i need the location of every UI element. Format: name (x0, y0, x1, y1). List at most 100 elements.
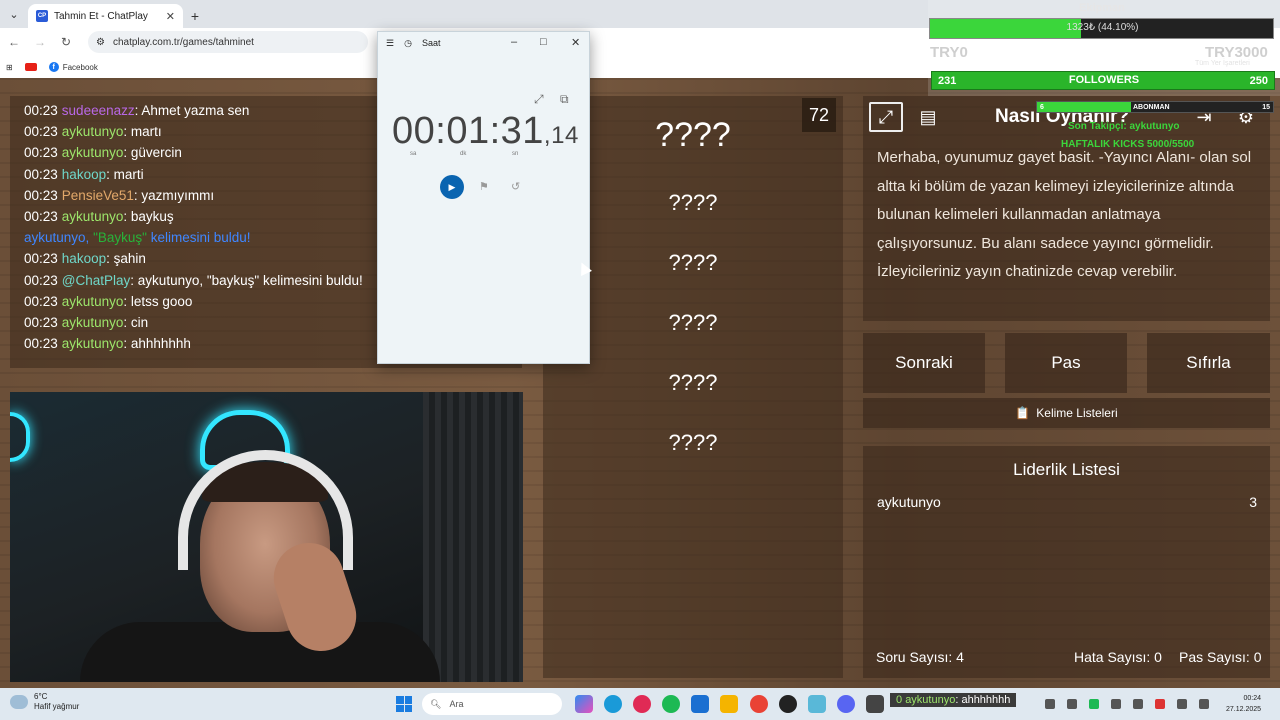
bookmark-facebook[interactable]: f Facebook (48, 62, 98, 72)
media-player-icon[interactable] (633, 695, 651, 713)
compact-overlay-icon[interactable]: ⧉ (560, 92, 569, 107)
maximize-icon[interactable]: □ (540, 36, 547, 48)
cloud-rain-icon (10, 695, 28, 709)
weather-widget[interactable]: 6°C Hafif yağmur (10, 692, 79, 712)
forward-icon[interactable]: → (32, 34, 48, 50)
chat-separator: : (123, 145, 131, 161)
chat-timestamp: 00:23 (24, 251, 58, 267)
overlay-ekipman-bar: 1323₺ (44.10%) (929, 18, 1274, 39)
copilot-icon[interactable] (575, 695, 593, 713)
chat-separator: : (123, 124, 131, 140)
reload-icon[interactable]: ↻ (58, 34, 74, 50)
system-time: 00:24 (1243, 695, 1262, 702)
minimize-icon[interactable]: – (511, 36, 517, 48)
chat-username[interactable]: aykutunyo (62, 124, 124, 139)
tray-chat-msg: : ahhhhhhh (955, 694, 1011, 706)
search-placeholder: Ara (449, 699, 464, 709)
chat-username[interactable]: aykutunyo (62, 145, 124, 160)
tab-list-menu-button[interactable]: ⌄ (0, 0, 28, 28)
microphone-icon[interactable] (1177, 699, 1187, 709)
chat-username[interactable]: @ChatPlay (62, 273, 130, 288)
apps-grid-icon[interactable]: ⊞ (6, 63, 13, 72)
tray-app-icon[interactable] (1155, 699, 1165, 709)
reset-button[interactable]: Sıfırla (1147, 333, 1270, 393)
tray-app-icon[interactable] (1067, 699, 1077, 709)
overlay-try-end: TRY3000 (1205, 44, 1268, 61)
stopwatch-window: ☰ ◷ Saat – □ ✕ ⤢ ⧉ 00:01:31,14 sa dk sn … (377, 31, 590, 364)
back-icon[interactable]: ← (6, 34, 22, 50)
url-field[interactable]: ⚙ chatplay.com.tr/games/tahminet (88, 31, 368, 53)
browser-tab[interactable]: CP Tahmin Et - ChatPlay ✕ (28, 4, 183, 28)
word-lists-button[interactable]: 📋 Kelime Listeleri (863, 398, 1270, 428)
wifi-icon[interactable] (1199, 699, 1209, 709)
tray-app-icon[interactable] (1111, 699, 1121, 709)
countdown-badge: 72 (802, 98, 836, 132)
chat-username[interactable]: PensieVe51 (62, 188, 134, 203)
overlay-last-follower: Son Takipçi: aykutunyo (1068, 121, 1180, 132)
chat-username[interactable]: aykutunyo (62, 294, 124, 309)
lap-flag-icon[interactable]: ⚑ (479, 180, 489, 193)
fullscreen-icon[interactable]: ⤢ (869, 102, 903, 132)
tab-favicon-icon: CP (36, 10, 48, 22)
site-info-icon[interactable]: ⚙ (96, 37, 105, 48)
chat-separator: : (123, 315, 131, 331)
overlay-weekly-kicks: HAFTALIK KICKS 5000/5500 (1061, 139, 1195, 150)
start-windows-icon[interactable] (396, 696, 412, 712)
system-clock[interactable]: 00:24 27.12.2025 (1226, 693, 1261, 715)
help-panel: ⤢ ▤ Nasıl Oynanır? ⇥ ⚙ Merhaba, oyunumuz… (863, 96, 1270, 321)
chat-separator: : (123, 293, 131, 309)
spotify-icon[interactable] (662, 695, 680, 713)
system-user: aykutunyo, (24, 230, 90, 246)
tray-app-icon[interactable] (1045, 699, 1055, 709)
search-icon: 🔍︎ (430, 698, 442, 709)
chat-username[interactable]: aykutunyo (62, 209, 124, 224)
obs-icon[interactable] (779, 695, 797, 713)
pass-button[interactable]: Pas (1005, 333, 1127, 393)
chat-username[interactable]: hakoop (62, 251, 106, 266)
hamburger-icon[interactable]: ☰ (386, 38, 394, 49)
chat-timestamp: 00:23 (24, 315, 58, 331)
chat-separator: : (123, 336, 131, 352)
new-tab-button[interactable]: + (183, 4, 207, 28)
edge-icon[interactable] (604, 695, 622, 713)
chat-username[interactable]: hakoop (62, 167, 106, 182)
chat-timestamp: 00:23 (24, 103, 58, 118)
close-icon[interactable]: ✕ (571, 36, 580, 49)
tray-app-icon[interactable] (1133, 699, 1143, 709)
reset-icon[interactable]: ↺ (511, 180, 520, 193)
play-button[interactable]: ▶ (440, 175, 464, 199)
tray-spotify-icon[interactable] (1089, 699, 1099, 709)
expand-icon[interactable]: ⤢ (534, 92, 544, 107)
leaderboard-row: aykutunyo 3 (877, 494, 1257, 510)
chat-username[interactable]: aykutunyo (62, 336, 124, 351)
file-explorer-icon[interactable] (720, 695, 738, 713)
store-icon[interactable] (691, 695, 709, 713)
discord-icon[interactable] (837, 695, 855, 713)
taskbar-search[interactable]: 🔍︎ Ara (422, 693, 562, 715)
leaderboard-panel: Liderlik Listesi aykutunyo 3 Soru Sayısı… (863, 446, 1270, 678)
chat-separator: : (130, 272, 138, 288)
tray-chat-ticker: 0 aykutunyo: ahhhhhhh (890, 693, 1017, 707)
chat-username[interactable]: aykutunyo (62, 315, 124, 330)
question-count: Soru Sayısı: 4 (876, 649, 964, 665)
chat-username[interactable]: sudeeenazz (62, 103, 135, 118)
pass-count: Pas Sayısı: 0 (1179, 649, 1262, 665)
overlay-ekipman-value: 1323₺ (44.10%) (1066, 22, 1139, 33)
notes-icon[interactable]: ▤ (911, 102, 945, 132)
bookmark-youtube[interactable] (24, 63, 37, 71)
tab-title: Tahmin Et - ChatPlay (54, 10, 148, 22)
url-text: chatplay.com.tr/games/tahminet (112, 36, 254, 48)
next-button[interactable]: Sonraki (863, 333, 985, 393)
game-app-icon[interactable] (866, 695, 884, 713)
window-blind (423, 392, 523, 682)
tray-chat-count: 0 (896, 694, 903, 706)
chat-text: letss gooo (130, 293, 193, 309)
overlay-try-start: TRY0 (930, 44, 968, 61)
tab-close-icon[interactable]: ✕ (166, 10, 175, 23)
overlay-abone-fill (1037, 102, 1132, 112)
chat-separator: : (106, 251, 114, 267)
chat-separator: : (106, 166, 114, 182)
chrome-icon[interactable] (750, 695, 768, 713)
settings-app-icon[interactable] (808, 695, 826, 713)
taskbar: 6°C Hafif yağmur 🔍︎ Ara 0 aykutunyo: ahh… (0, 688, 1280, 720)
